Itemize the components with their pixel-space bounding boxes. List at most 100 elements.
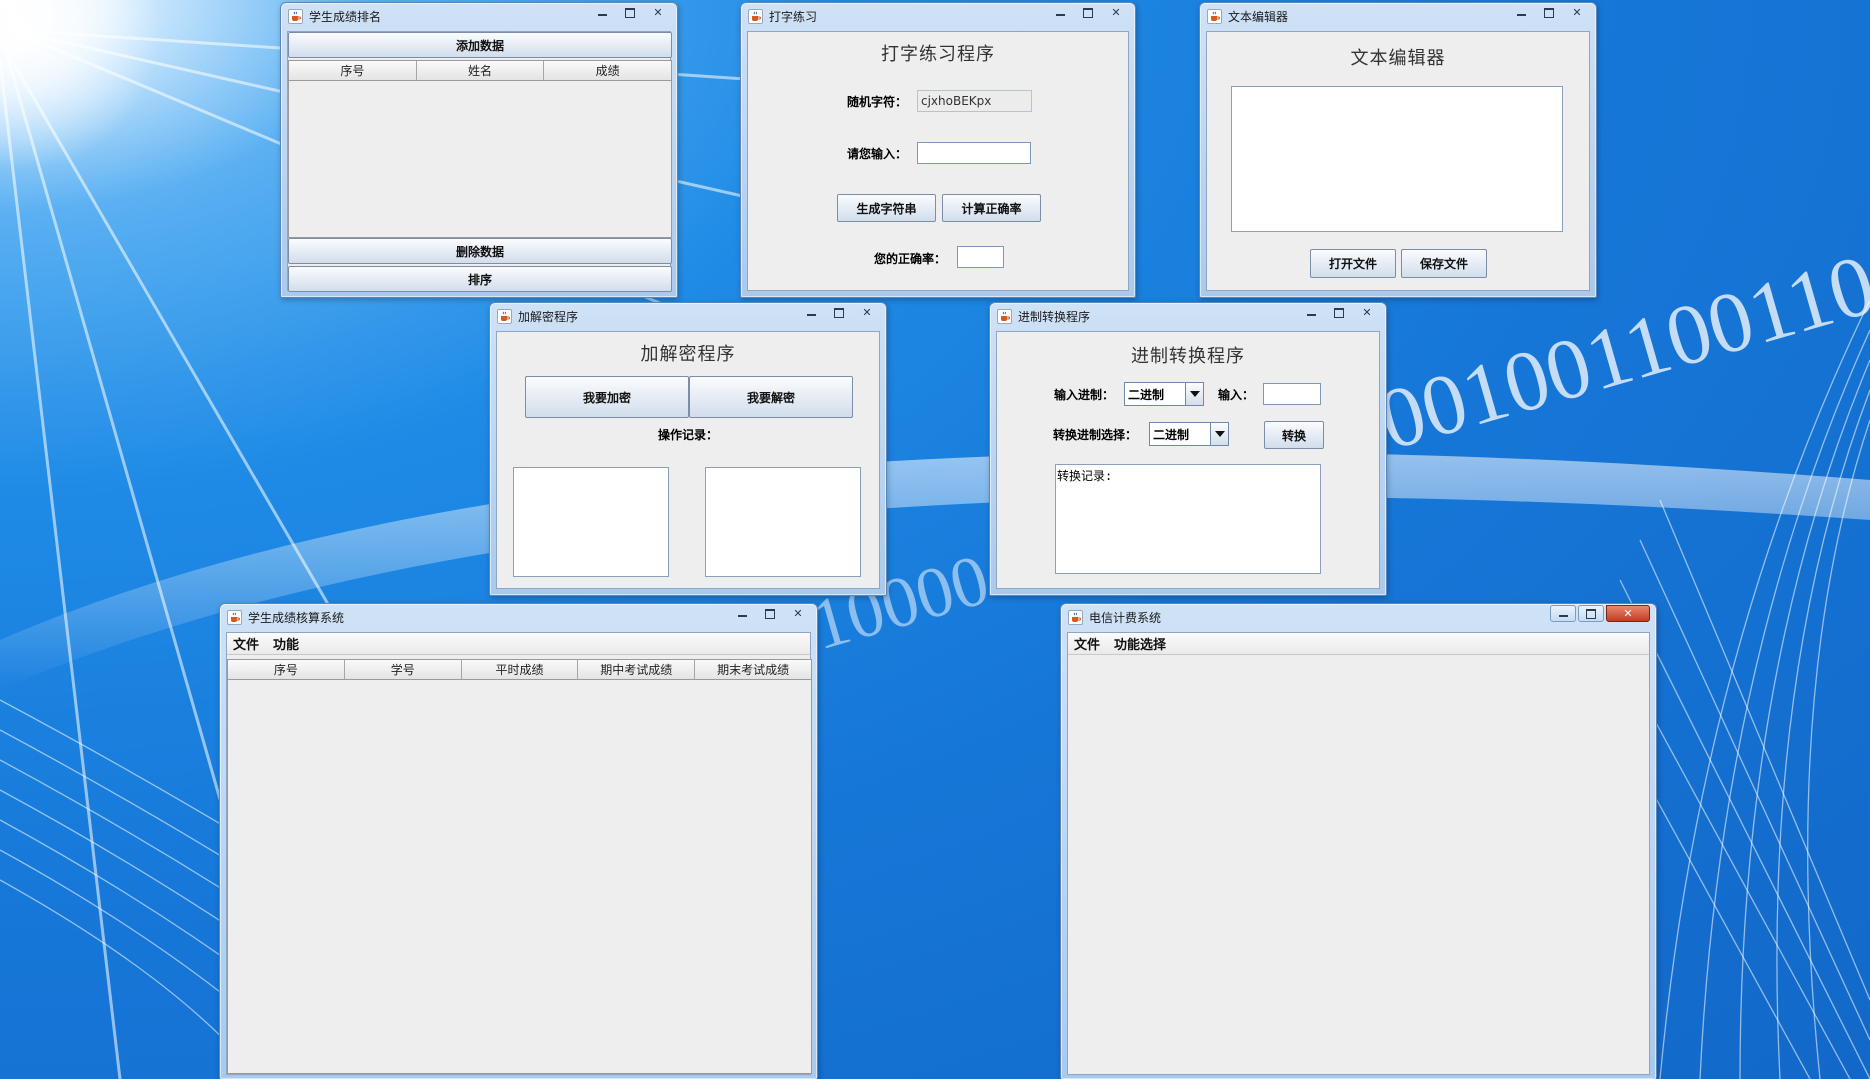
input-base-select[interactable]: 二进制 [1124, 382, 1204, 406]
maximize-button[interactable] [826, 304, 852, 321]
menu-function-select[interactable]: 功能选择 [1114, 634, 1166, 653]
maximize-button[interactable] [757, 605, 783, 622]
minimize-button[interactable] [798, 304, 824, 321]
menu-function[interactable]: 功能 [273, 634, 299, 653]
window-title: 学生成绩核算系统 [248, 610, 345, 625]
page-title: 进制转换程序 [1131, 346, 1245, 367]
window-content: 文件 功能 序号 学号 平时成绩 期中考试成绩 期末考试成绩 [226, 632, 812, 1075]
menu-file[interactable]: 文件 [233, 634, 259, 653]
maximize-button[interactable] [617, 4, 643, 21]
column-header[interactable]: 期中考试成绩 [578, 660, 696, 679]
operation-log-label: 操作记录： [657, 428, 718, 442]
minimize-button[interactable] [589, 4, 615, 21]
close-button[interactable]: ✕ [785, 605, 811, 622]
close-button[interactable]: ✕ [1606, 605, 1650, 622]
titlebar[interactable]: 学生成绩排名 ✕ [281, 3, 677, 29]
save-file-button[interactable]: 保存文件 [1401, 249, 1487, 278]
user-input-field[interactable] [917, 142, 1031, 164]
java-cup-icon [1068, 609, 1083, 625]
maximize-button[interactable] [1536, 4, 1562, 21]
titlebar[interactable]: 进制转换程序 ✕ [990, 303, 1386, 329]
random-chars-field[interactable]: cjxhoBEKpx [917, 90, 1032, 112]
sort-button[interactable]: 排序 [288, 266, 672, 292]
column-header[interactable]: 期末考试成绩 [695, 660, 811, 679]
window-grade-system: 学生成绩核算系统 ✕ 文件 功能 序号 学号 平时成绩 期中考试成绩 期末考试成… [219, 603, 818, 1079]
window-title: 打字练习 [769, 9, 818, 24]
window-crypto: 加解密程序 ✕ 加解密程序 我要加密 我要解密 操作记录： [489, 302, 887, 596]
user-input-label: 请您输入： [847, 147, 908, 161]
window-title: 学生成绩排名 [309, 9, 382, 24]
minimize-button[interactable] [1550, 605, 1576, 622]
open-file-button[interactable]: 打开文件 [1310, 249, 1396, 278]
titlebar[interactable]: 打字练习 ✕ [741, 3, 1135, 29]
conversion-log-area[interactable]: 转换记录: [1055, 464, 1321, 574]
window-telecom-billing: 电信计费系统 ✕ 文件 功能选择 [1060, 603, 1657, 1079]
menu-bar: 文件 功能选择 [1068, 633, 1649, 655]
titlebar[interactable]: 电信计费系统 ✕ [1061, 604, 1656, 630]
table-header: 序号 学号 平时成绩 期中考试成绩 期末考试成绩 [227, 659, 812, 680]
close-button[interactable]: ✕ [1564, 4, 1590, 21]
calculate-accuracy-button[interactable]: 计算正确率 [942, 194, 1041, 222]
close-button[interactable]: ✕ [1354, 304, 1380, 321]
window-student-ranking: 学生成绩排名 ✕ 添加数据 序号 姓名 成绩 删除数据 排序 [280, 2, 678, 298]
column-header[interactable]: 序号 [289, 61, 417, 80]
column-header[interactable]: 成绩 [544, 61, 671, 80]
convert-button[interactable]: 转换 [1264, 421, 1324, 449]
window-base-converter: 进制转换程序 ✕ 进制转换程序 输入进制： 二进制 输入： 转换进制选择： 二进… [989, 302, 1387, 596]
input-label: 输入： [1218, 388, 1255, 402]
chevron-down-icon[interactable] [1185, 383, 1203, 405]
chevron-down-icon[interactable] [1210, 423, 1228, 445]
input-text-area[interactable] [513, 467, 669, 577]
encrypt-button[interactable]: 我要加密 [525, 376, 689, 418]
java-cup-icon [497, 308, 512, 324]
minimize-button[interactable] [729, 605, 755, 622]
window-content: 进制转换程序 输入进制： 二进制 输入： 转换进制选择： 二进制 转换 转换记录… [996, 331, 1380, 589]
output-text-area[interactable] [705, 467, 861, 577]
window-title: 电信计费系统 [1089, 610, 1162, 625]
generate-string-button[interactable]: 生成字符串 [837, 194, 936, 222]
close-button[interactable]: ✕ [645, 4, 671, 21]
table-body[interactable] [227, 680, 812, 1074]
titlebar[interactable]: 加解密程序 ✕ [490, 303, 886, 329]
window-content: 打字练习程序 随机字符： cjxhoBEKpx 请您输入： 生成字符串 计算正确… [747, 31, 1129, 291]
window-content: 添加数据 序号 姓名 成绩 删除数据 排序 [287, 31, 672, 292]
titlebar[interactable]: 文本编辑器 ✕ [1200, 3, 1596, 29]
target-base-selected: 二进制 [1153, 427, 1190, 442]
conversion-log-text: 转换记录: [1057, 469, 1113, 483]
decrypt-button[interactable]: 我要解密 [689, 376, 853, 418]
accuracy-field[interactable] [957, 246, 1004, 268]
window-content: 文本编辑器 打开文件 保存文件 [1206, 31, 1590, 291]
column-header[interactable]: 学号 [345, 660, 462, 679]
delete-data-button[interactable]: 删除数据 [288, 238, 672, 264]
page-title: 加解密程序 [640, 344, 736, 365]
java-cup-icon [288, 8, 303, 24]
column-header[interactable]: 平时成绩 [462, 660, 579, 679]
window-title: 进制转换程序 [1018, 309, 1091, 324]
column-header[interactable]: 姓名 [417, 61, 545, 80]
page-title: 文本编辑器 [1350, 48, 1446, 69]
minimize-button[interactable] [1047, 4, 1073, 21]
random-chars-label: 随机字符： [847, 95, 908, 109]
java-cup-icon [997, 308, 1012, 324]
table-body[interactable] [288, 81, 672, 238]
maximize-button[interactable] [1578, 605, 1604, 622]
page-title: 打字练习程序 [881, 44, 995, 65]
editor-text-area[interactable] [1231, 86, 1563, 232]
maximize-button[interactable] [1326, 304, 1352, 321]
minimize-button[interactable] [1298, 304, 1324, 321]
maximize-button[interactable] [1075, 4, 1101, 21]
close-button[interactable]: ✕ [1103, 4, 1129, 21]
column-header[interactable]: 序号 [228, 660, 345, 679]
window-typing-practice: 打字练习 ✕ 打字练习程序 随机字符： cjxhoBEKpx 请您输入： 生成字… [740, 2, 1136, 298]
close-button[interactable]: ✕ [854, 304, 880, 321]
titlebar[interactable]: 学生成绩核算系统 ✕ [220, 604, 817, 630]
number-input-field[interactable] [1263, 383, 1321, 405]
menu-file[interactable]: 文件 [1074, 634, 1100, 653]
window-title: 文本编辑器 [1228, 9, 1289, 24]
minimize-button[interactable] [1508, 4, 1534, 21]
add-data-button[interactable]: 添加数据 [288, 32, 672, 58]
target-base-label: 转换进制选择： [1053, 428, 1138, 442]
target-base-select[interactable]: 二进制 [1149, 422, 1229, 446]
accuracy-label: 您的正确率： [874, 252, 947, 266]
java-cup-icon [227, 609, 242, 625]
